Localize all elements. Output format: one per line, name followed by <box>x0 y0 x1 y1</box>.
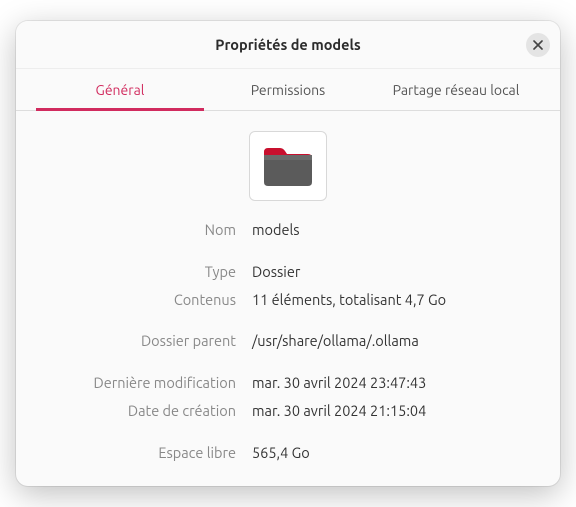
general-panel: Nom models Type Dossier Contenus 11 élém… <box>16 111 560 486</box>
value-created: mar. 30 avril 2024 21:15:04 <box>252 400 520 422</box>
value-contents: 11 éléments, totalisant 4,7 Go <box>252 289 520 311</box>
label-free: Espace libre <box>56 442 236 464</box>
spacer <box>56 316 520 324</box>
value-type: Dossier <box>252 261 520 283</box>
tab-permissions[interactable]: Permissions <box>204 69 372 110</box>
label-name: Nom <box>56 219 236 241</box>
close-icon <box>533 40 543 50</box>
spacer <box>56 247 520 255</box>
value-parent: /usr/share/ollama/.ollama <box>252 330 520 352</box>
close-button[interactable] <box>526 33 550 57</box>
spacer <box>56 428 520 436</box>
label-type: Type <box>56 261 236 283</box>
tab-local-share[interactable]: Partage réseau local <box>372 69 540 110</box>
value-free: 565,4 Go <box>252 442 520 464</box>
label-parent: Dossier parent <box>56 330 236 352</box>
window-title: Propriétés de models <box>215 36 360 53</box>
value-modified: mar. 30 avril 2024 23:47:43 <box>252 372 520 394</box>
folder-icon <box>262 144 314 188</box>
label-contents: Contenus <box>56 289 236 311</box>
spacer <box>56 358 520 366</box>
icon-row <box>56 131 520 201</box>
folder-icon-button[interactable] <box>249 131 327 201</box>
value-name: models <box>252 219 520 241</box>
tab-bar: Général Permissions Partage réseau local <box>16 69 560 111</box>
label-created: Date de création <box>56 400 236 422</box>
properties-window: Propriétés de models Général Permissions… <box>16 21 560 486</box>
tab-general[interactable]: Général <box>36 69 204 110</box>
titlebar: Propriétés de models <box>16 21 560 69</box>
label-modified: Dernière modification <box>56 372 236 394</box>
properties-grid: Nom models Type Dossier Contenus 11 élém… <box>56 219 520 463</box>
